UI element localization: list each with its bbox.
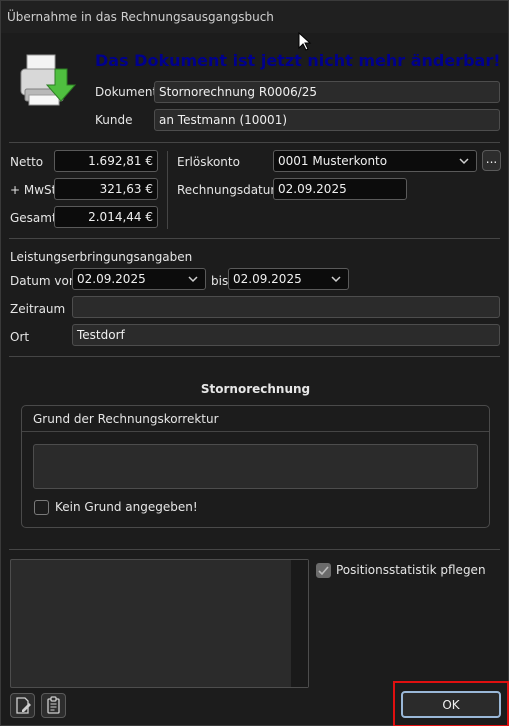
datum-von-select[interactable]: 02.09.2025 [72, 268, 206, 290]
check-icon [318, 566, 329, 576]
edit-document-icon [16, 697, 31, 714]
positionsstatistik-checkbox[interactable] [316, 563, 331, 578]
notes-area[interactable] [10, 559, 309, 688]
chevron-down-icon [188, 276, 198, 283]
ok-button[interactable]: OK [401, 691, 501, 718]
mwst-field[interactable]: 321,63 € [54, 178, 158, 200]
rechnungsdatum-field[interactable]: 02.09.2025 [273, 178, 407, 200]
divider [9, 549, 500, 550]
printer-download-icon [19, 53, 81, 111]
datum-von-label: Datum von [10, 274, 77, 288]
group-divider [22, 431, 489, 432]
vertical-divider [167, 151, 168, 229]
divider [9, 356, 500, 357]
korrektur-group: Grund der Rechnungskorrektur Kein Grund … [21, 405, 490, 528]
scrollbar[interactable] [291, 560, 308, 687]
section-title: Stornorechnung [200, 382, 311, 396]
kunde-field[interactable]: an Testmann (10001) [154, 109, 500, 131]
erloeskonto-more-button[interactable]: ... [482, 150, 501, 171]
datum-von-value: 02.09.2025 [77, 272, 146, 286]
mouse-cursor-icon [298, 31, 312, 52]
erloeskonto-label: Erlöskonto [177, 155, 240, 169]
chevron-down-icon [459, 158, 469, 165]
group-title: Grund der Rechnungskorrektur [33, 412, 219, 426]
divider [9, 238, 500, 239]
window-title: Übernahme in das Rechnungsausgangsbuch [7, 10, 274, 24]
netto-field[interactable]: 1.692,81 € [54, 150, 158, 172]
gesamt-field[interactable]: 2.014,44 € [54, 206, 158, 228]
edit-document-button[interactable] [10, 693, 35, 718]
bis-label: bis [211, 274, 229, 288]
chevron-down-icon [331, 276, 341, 283]
netto-label: Netto [10, 155, 44, 169]
kein-grund-checkbox[interactable] [34, 500, 49, 515]
erloeskonto-value: 0001 Musterkonto [278, 154, 388, 168]
dokument-label: Dokument [95, 85, 158, 99]
positionsstatistik-label: Positionsstatistik pflegen [336, 563, 486, 577]
headline: Das Dokument ist jetzt nicht mehr änderb… [95, 51, 501, 70]
bis-value: 02.09.2025 [233, 272, 302, 286]
ort-label: Ort [10, 330, 30, 344]
divider [9, 142, 500, 143]
clipboard-icon [47, 696, 60, 714]
ort-field[interactable]: Testdorf [72, 324, 500, 346]
bis-select[interactable]: 02.09.2025 [228, 268, 349, 290]
grund-textarea[interactable] [33, 444, 478, 489]
zeitraum-label: Zeitraum [10, 302, 66, 316]
zeitraum-field[interactable] [72, 296, 500, 318]
leistung-section-label: Leistungserbringungsangaben [10, 250, 193, 264]
gesamt-label: Gesamt [10, 211, 57, 225]
title-bar: Übernahme in das Rechnungsausgangsbuch [1, 1, 508, 33]
kein-grund-label: Kein Grund angegeben! [55, 500, 198, 514]
erloeskonto-select[interactable]: 0001 Musterkonto [273, 150, 477, 172]
dokument-field[interactable]: Stornorechnung R0006/25 [154, 81, 500, 103]
mwst-label: + MwSt [10, 183, 57, 197]
rechnungsdatum-label: Rechnungsdatum [177, 183, 283, 197]
kunde-label: Kunde [95, 113, 133, 127]
clipboard-button[interactable] [41, 693, 66, 718]
dialog-window: Übernahme in das Rechnungsausgangsbuch D… [0, 0, 509, 726]
